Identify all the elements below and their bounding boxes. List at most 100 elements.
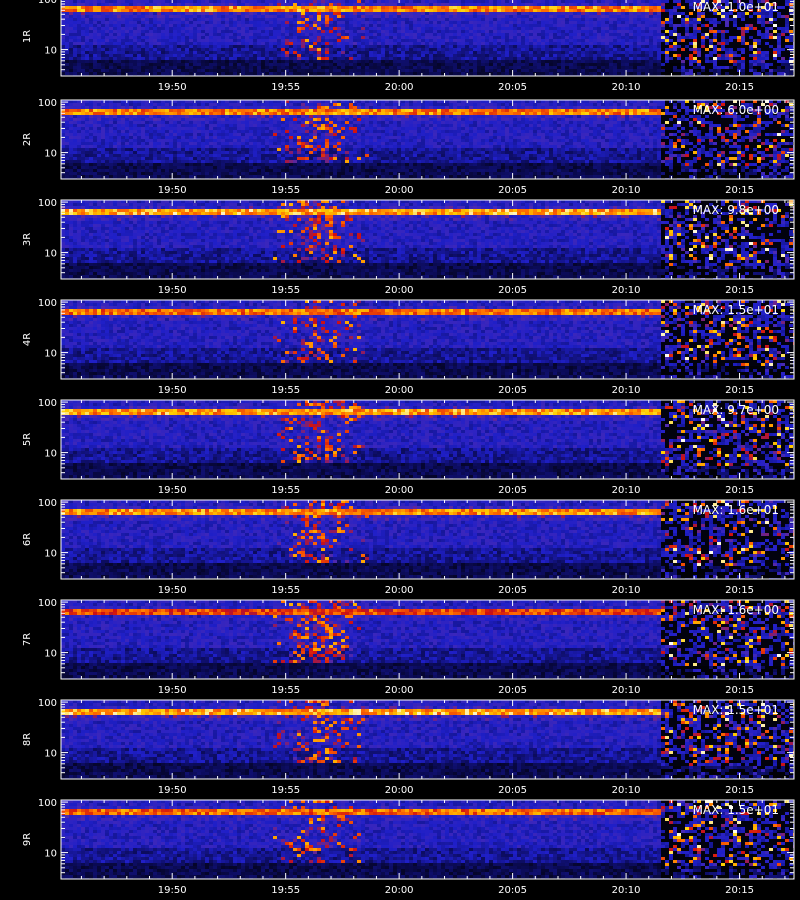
max-label: MAX: 1.5e+01	[693, 703, 779, 717]
panel-label: 2R	[22, 133, 33, 146]
panel-8R: 19:50 19:55 20:00 20:05 20:10 20:15 100 10 8R MAX…	[22, 698, 795, 796]
x-tick-label: 20:15	[725, 82, 754, 93]
x-tick-label: 20:00	[385, 585, 414, 596]
x-tick-label: 20:10	[612, 785, 641, 796]
x-tick-label: 20:05	[498, 585, 527, 596]
max-label: MAX: 1.5e+01	[693, 803, 779, 817]
max-label: MAX: 9.8e+00	[693, 203, 779, 217]
y-tick-label: 10	[44, 249, 57, 260]
x-tick-label: 19:55	[271, 585, 300, 596]
y-tick-label: 10	[44, 549, 57, 560]
y-tick-label: 10	[44, 449, 57, 460]
x-tick-label: 20:15	[725, 885, 754, 896]
heatmap-3R	[61, 200, 794, 279]
y-tick-label: 10	[44, 849, 57, 860]
x-tick-label: 20:00	[385, 485, 414, 496]
x-tick-label: 20:05	[498, 285, 527, 296]
max-label: MAX: 1.0e+01	[693, 0, 779, 14]
x-tick-label: 20:10	[612, 885, 641, 896]
panel-label: 3R	[22, 233, 33, 246]
y-tick-label: 100	[38, 198, 57, 209]
x-tick-label: 20:05	[498, 685, 527, 696]
y-tick-label: 10	[44, 46, 57, 57]
x-tick-label: 20:15	[725, 485, 754, 496]
x-tick-label: 20:15	[725, 685, 754, 696]
x-tick-label: 20:10	[612, 82, 641, 93]
x-tick-label: 19:50	[158, 885, 187, 896]
panel-9R: 19:50 19:55 20:00 20:05 20:10 20:15 100 10 9R MAX…	[22, 798, 795, 896]
y-tick-label: 100	[38, 598, 57, 609]
x-tick-label: 20:15	[725, 785, 754, 796]
x-tick-label: 19:55	[271, 385, 300, 396]
y-tick-label: 100	[38, 498, 57, 509]
x-tick-label: 19:55	[271, 285, 300, 296]
heatmap-1R	[61, 0, 794, 76]
x-tick-label: 20:10	[612, 385, 641, 396]
x-tick-label: 20:15	[725, 385, 754, 396]
heatmap-9R	[61, 800, 794, 879]
x-tick-label: 20:00	[385, 785, 414, 796]
x-tick-label: 20:05	[498, 82, 527, 93]
x-tick-label: 20:05	[498, 485, 527, 496]
x-tick-label: 20:00	[385, 885, 414, 896]
x-tick-label: 19:55	[271, 885, 300, 896]
x-tick-label: 20:00	[385, 685, 414, 696]
panel-label: 6R	[22, 533, 33, 546]
panel-1R: 19:50 19:55 20:00 20:05 20:10 20:15 100 10 1R MAX…	[22, 0, 795, 93]
x-tick-label: 20:00	[385, 385, 414, 396]
x-tick-label: 19:55	[271, 685, 300, 696]
panel-5R: 19:50 19:55 20:00 20:05 20:10 20:15 100 10 5R MAX…	[22, 398, 795, 496]
x-tick-label: 20:05	[498, 385, 527, 396]
heatmap-5R	[61, 400, 794, 479]
x-tick-label: 19:50	[158, 285, 187, 296]
x-tick-label: 20:10	[612, 185, 641, 196]
x-tick-label: 20:05	[498, 885, 527, 896]
y-tick-label: 100	[38, 0, 57, 6]
x-tick-label: 20:15	[725, 585, 754, 596]
y-tick-label: 10	[44, 649, 57, 660]
max-label: MAX: 1.5e+01	[693, 303, 779, 317]
y-tick-label: 10	[44, 149, 57, 160]
max-label: MAX: 1.6e+00	[693, 603, 779, 617]
y-tick-label: 10	[44, 349, 57, 360]
panel-label: 9R	[22, 833, 33, 846]
x-tick-label: 20:00	[385, 82, 414, 93]
x-tick-label: 20:05	[498, 185, 527, 196]
y-tick-label: 10	[44, 749, 57, 760]
panel-6R: 19:50 19:55 20:00 20:05 20:10 20:15 100 10 6R MAX…	[22, 498, 795, 596]
max-label: MAX: 9.7e+00	[693, 403, 779, 417]
panel-2R: 19:50 19:55 20:00 20:05 20:10 20:15 100 10 2R MAX…	[22, 98, 795, 196]
heatmap-6R	[61, 500, 794, 579]
x-tick-label: 19:50	[158, 82, 187, 93]
x-tick-label: 19:55	[271, 485, 300, 496]
panel-label: 4R	[22, 333, 33, 346]
x-tick-label: 20:10	[612, 585, 641, 596]
x-tick-label: 19:50	[158, 685, 187, 696]
x-tick-label: 19:50	[158, 485, 187, 496]
y-tick-label: 100	[38, 698, 57, 709]
x-tick-label: 20:15	[725, 285, 754, 296]
heatmap-2R	[61, 100, 794, 179]
x-tick-label: 19:50	[158, 585, 187, 596]
panel-7R: 19:50 19:55 20:00 20:05 20:10 20:15 100 10 7R MAX…	[22, 598, 795, 696]
x-tick-label: 19:50	[158, 185, 187, 196]
x-tick-label: 20:10	[612, 485, 641, 496]
panel-4R: 19:50 19:55 20:00 20:05 20:10 20:15 100 10 4R MAX…	[22, 298, 795, 396]
panel-label: 7R	[22, 633, 33, 646]
x-tick-label: 20:00	[385, 185, 414, 196]
panel-3R: 19:50 19:55 20:00 20:05 20:10 20:15 100 10 3R MAX…	[22, 198, 795, 296]
x-tick-label: 19:50	[158, 385, 187, 396]
panel-label: 5R	[22, 433, 33, 446]
y-tick-label: 100	[38, 798, 57, 809]
x-tick-label: 20:10	[612, 285, 641, 296]
heatmap-8R	[61, 700, 794, 779]
y-tick-label: 100	[38, 98, 57, 109]
max-label: MAX: 6.0e+00	[693, 103, 779, 117]
x-tick-label: 20:05	[498, 785, 527, 796]
y-tick-label: 100	[38, 298, 57, 309]
x-tick-label: 19:55	[271, 785, 300, 796]
x-tick-label: 20:00	[385, 285, 414, 296]
x-tick-label: 19:50	[158, 785, 187, 796]
max-label: MAX: 1.6e+01	[693, 503, 779, 517]
x-tick-label: 19:55	[271, 82, 300, 93]
